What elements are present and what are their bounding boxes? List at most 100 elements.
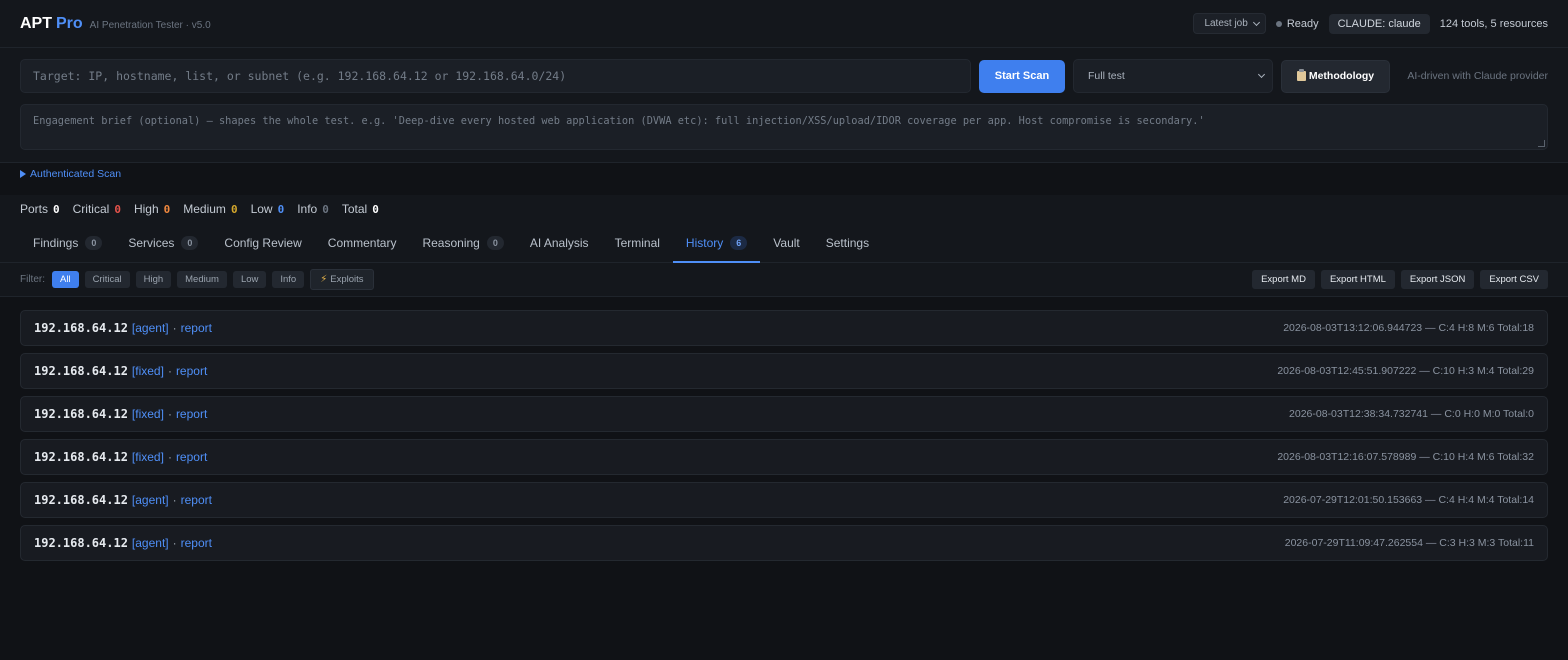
job-select[interactable]: Latest job <box>1193 13 1266 34</box>
chevron-down-icon <box>1257 70 1266 79</box>
filter-critical-button[interactable]: Critical <box>84 271 130 288</box>
tab-label: Services <box>128 235 175 250</box>
count-value: 0 <box>114 202 121 216</box>
history-report-link[interactable]: report <box>181 493 212 507</box>
tab-commentary[interactable]: Commentary <box>315 223 410 262</box>
start-scan-button[interactable]: Start Scan <box>979 59 1065 93</box>
lightning-icon: ⚡ <box>320 274 328 285</box>
history-summary: 2026-08-03T12:45:51.907222 — C:10 H:3 M:… <box>1277 365 1534 377</box>
count-value: 0 <box>372 202 379 216</box>
count-medium: Medium 0 <box>183 202 237 216</box>
status-text: Ready <box>1286 17 1319 30</box>
count-value: 0 <box>163 202 171 216</box>
app-subtitle: AI Penetration Tester · v5.0 <box>89 19 211 31</box>
tab-count-badge: 0 <box>486 235 504 250</box>
history-row[interactable]: 192.168.64.12 [fixed] · report 2026-08-03T12… <box>20 396 1548 432</box>
resize-handle-icon[interactable] <box>1538 140 1545 147</box>
tab-settings[interactable]: Settings <box>813 223 882 262</box>
brand-accent: Pro <box>56 14 83 32</box>
history-target-ip: 192.168.64.12 <box>34 536 128 550</box>
target-input[interactable]: Target: IP, hostname, list, or subnet (e… <box>20 59 971 93</box>
count-ports: Ports 0 <box>20 202 60 216</box>
status-indicator: Ready <box>1275 17 1319 30</box>
count-label: Critical <box>72 202 110 216</box>
count-value: 0 <box>53 202 60 216</box>
history-report-link[interactable]: report <box>181 321 212 335</box>
tab-findings[interactable]: Findings 0 <box>20 223 115 262</box>
history-row[interactable]: 192.168.64.12 [agent] · report 2026-07-29T11… <box>20 525 1548 561</box>
tab-label: Config Review <box>224 235 302 250</box>
count-low: Low 0 <box>251 202 285 216</box>
authenticated-scan-toggle[interactable]: Authenticated Scan <box>20 168 121 180</box>
brand-name: APT <box>20 14 52 32</box>
tab-history[interactable]: History 6 <box>672 223 761 263</box>
filter-bar: Filter: All Critical High Medium Low Info ⚡ E… <box>0 263 1568 297</box>
history-summary: 2026-08-03T12:38:34.732741 — C:0 H:0 M:0… <box>1289 408 1534 420</box>
tab-label: Settings <box>825 235 870 250</box>
count-label: Medium <box>183 202 226 216</box>
history-report-link[interactable]: report <box>176 407 207 421</box>
history-run-tag: [agent] <box>131 321 169 335</box>
tab-label: AI Analysis <box>529 235 589 250</box>
count-info: Info 0 <box>297 202 329 216</box>
count-label: Total <box>341 202 368 216</box>
export-json-button[interactable]: Export JSON <box>1400 270 1475 289</box>
separator-dot: · <box>167 450 172 464</box>
exploits-filter-button[interactable]: ⚡ Exploits <box>310 269 374 290</box>
count-high: High 0 <box>134 202 170 216</box>
tab-vault[interactable]: Vault <box>760 223 812 262</box>
provider-badge: CLAUDE: claude <box>1328 13 1430 34</box>
tab-count-badge: 0 <box>85 235 103 250</box>
tab-reasoning[interactable]: Reasoning 0 <box>409 223 516 262</box>
history-run-tag: [agent] <box>131 493 169 507</box>
severity-counts: Ports 0 Critical 0 High 0 Medium 0 Low 0 Info 0 Tota… <box>0 195 1568 223</box>
chevron-down-icon <box>1252 18 1260 26</box>
tab-config-review[interactable]: Config Review <box>211 223 314 262</box>
filter-medium-button[interactable]: Medium <box>177 271 227 288</box>
export-csv-button[interactable]: Export CSV <box>1480 270 1548 289</box>
history-summary: 2026-08-03T13:12:06.944723 — C:4 H:8 M:6… <box>1283 322 1534 334</box>
history-target-ip: 192.168.64.12 <box>34 321 128 335</box>
clipboard-icon <box>1296 69 1306 81</box>
tab-label: Terminal <box>614 235 660 250</box>
mode-select[interactable]: Full test <box>1073 59 1273 93</box>
tab-bar: Findings 0 Services 0 Config Review Commentar… <box>0 223 1568 263</box>
export-html-button[interactable]: Export HTML <box>1320 270 1395 289</box>
history-report-link[interactable]: report <box>181 536 212 550</box>
tab-terminal[interactable]: Terminal <box>602 223 673 262</box>
count-label: Info <box>297 202 318 216</box>
tab-ai-analysis[interactable]: AI Analysis <box>517 223 602 262</box>
history-report-link[interactable]: report <box>176 364 207 378</box>
history-target-ip: 192.168.64.12 <box>34 407 128 421</box>
tab-count-badge: 6 <box>730 235 748 250</box>
history-run-tag: [agent] <box>131 536 169 550</box>
history-report-link[interactable]: report <box>176 450 207 464</box>
authenticated-scan-label: Authenticated Scan <box>30 168 122 180</box>
brief-placeholder: Engagement brief (optional) — shapes the… <box>33 115 1205 127</box>
count-value: 0 <box>277 202 285 216</box>
scan-bar: Target: IP, hostname, list, or subnet (e… <box>0 48 1568 104</box>
methodology-button[interactable]: Methodology <box>1281 59 1390 93</box>
filter-info-button[interactable]: Info <box>272 271 305 288</box>
app-header: APT Pro AI Penetration Tester · v5.0 Lat… <box>0 0 1568 48</box>
engagement-brief-textarea[interactable]: Engagement brief (optional) — shapes the… <box>20 104 1548 150</box>
history-row[interactable]: 192.168.64.12 [fixed] · report 2026-08-03T12… <box>20 353 1548 389</box>
history-row[interactable]: 192.168.64.12 [agent] · report 2026-08-03T13… <box>20 310 1548 346</box>
history-row[interactable]: 192.168.64.12 [agent] · report 2026-07-29T12… <box>20 482 1548 518</box>
history-summary: 2026-08-03T12:16:07.578989 — C:10 H:4 M:… <box>1277 451 1534 463</box>
history-run-tag: [fixed] <box>131 364 164 378</box>
filter-high-button[interactable]: High <box>135 271 172 288</box>
tab-services[interactable]: Services 0 <box>115 223 211 262</box>
mode-select-value: Full test <box>1088 70 1125 82</box>
history-target-ip: 192.168.64.12 <box>34 493 128 507</box>
status-dot-icon <box>1275 20 1282 27</box>
tab-label: Vault <box>773 235 800 250</box>
tab-label: Commentary <box>327 235 397 250</box>
tab-count-badge: 0 <box>181 235 199 250</box>
count-label: High <box>133 202 159 216</box>
filter-all-button[interactable]: All <box>52 271 79 288</box>
export-md-button[interactable]: Export MD <box>1252 270 1315 289</box>
history-row[interactable]: 192.168.64.12 [fixed] · report 2026-08-03T12… <box>20 439 1548 475</box>
count-value: 0 <box>322 202 329 216</box>
filter-low-button[interactable]: Low <box>232 271 267 288</box>
